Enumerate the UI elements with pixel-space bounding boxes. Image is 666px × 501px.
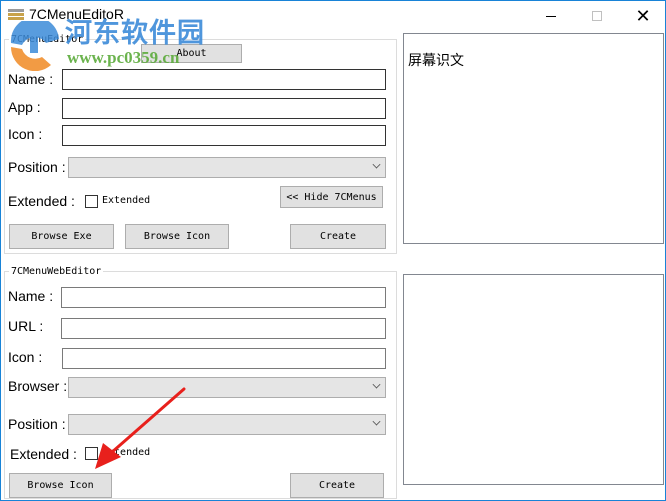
browse-icon-label: Browse Icon: [143, 231, 211, 242]
url-label: URL :: [8, 318, 44, 334]
web-name-label: Name :: [8, 288, 54, 304]
maximize-button[interactable]: [574, 1, 620, 31]
minimize-button[interactable]: [528, 1, 574, 31]
watermark-logo-icon: [10, 21, 59, 71]
browse-exe-label: Browse Exe: [31, 231, 92, 242]
preview-top-text: 屏幕识文: [408, 53, 464, 69]
web-create-button[interactable]: Create: [290, 473, 384, 498]
browser-select[interactable]: [68, 377, 386, 398]
position-select[interactable]: [68, 157, 386, 178]
preview-textarea-bottom[interactable]: [403, 274, 664, 485]
web-extended-checkbox-label[interactable]: Extended: [102, 447, 150, 458]
app-label: App :: [8, 99, 41, 115]
create-label: Create: [319, 231, 357, 242]
icon-input[interactable]: [62, 125, 386, 146]
web-editor-legend: 7CMenuWebEditor: [9, 266, 104, 277]
web-create-label: Create: [318, 480, 356, 491]
name-label: Name :: [8, 71, 54, 87]
maximize-icon: [592, 11, 602, 21]
browse-exe-button[interactable]: Browse Exe: [9, 224, 114, 249]
create-button[interactable]: Create: [290, 224, 386, 249]
web-position-select[interactable]: [68, 414, 386, 435]
web-name-input[interactable]: [61, 287, 386, 308]
chevron-down-icon: [372, 160, 381, 169]
minimize-icon: [546, 15, 556, 17]
watermark-url: www.pc0359.cn: [67, 48, 180, 67]
web-icon-label: Icon :: [8, 349, 43, 365]
app-input[interactable]: [62, 98, 386, 119]
web-icon-input[interactable]: [62, 348, 386, 369]
app-window: 7CMenuEditoR ✕ 7CMenuEditor About Name :…: [0, 0, 666, 501]
chevron-down-icon: [372, 417, 381, 426]
hide-button-label: << Hide 7CMenus: [286, 191, 377, 203]
icon-label: Icon :: [8, 126, 43, 142]
web-browse-icon-label: Browse Icon: [27, 480, 94, 491]
watermark-text: 河东软件园: [65, 18, 205, 49]
extended-checkbox[interactable]: [85, 195, 98, 208]
web-extended-checkbox[interactable]: [85, 447, 98, 460]
web-position-label: Position :: [8, 416, 66, 432]
extended-checkbox-label[interactable]: Extended: [102, 195, 150, 206]
browser-label: Browser :: [8, 378, 68, 394]
hide-7cmenus-button[interactable]: << Hide 7CMenus: [280, 186, 383, 208]
close-button[interactable]: ✕: [620, 1, 666, 31]
position-label: Position :: [8, 159, 66, 175]
web-browse-icon-button[interactable]: Browse Icon: [9, 473, 112, 498]
preview-textarea-top[interactable]: 屏幕识文: [403, 33, 664, 244]
close-icon: ✕: [635, 6, 651, 26]
browse-icon-button[interactable]: Browse Icon: [125, 224, 229, 249]
url-input[interactable]: [61, 318, 386, 339]
extended-label: Extended :: [8, 193, 75, 209]
name-input[interactable]: [62, 69, 386, 90]
chevron-down-icon: [372, 380, 381, 389]
web-extended-label: Extended :: [10, 446, 77, 462]
